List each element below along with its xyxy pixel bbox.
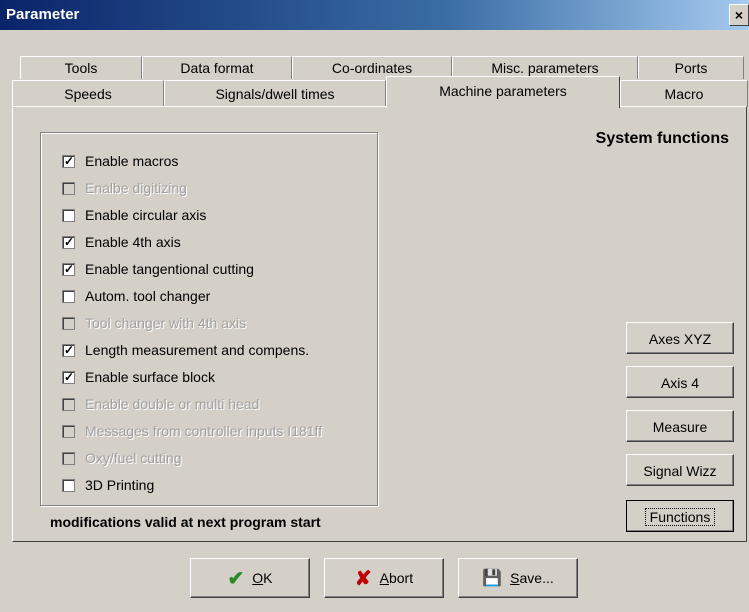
abort-label: Abort [379, 570, 414, 586]
tab-data-format[interactable]: Data format [142, 56, 292, 79]
option-label: Enable 4th axis [85, 234, 181, 250]
checkmark-icon: ✓ [64, 369, 75, 384]
ok-button[interactable]: ✔ OK [190, 558, 310, 598]
checkmark-icon: ✔ [227, 567, 245, 590]
tab-macro[interactable]: Macro [620, 80, 748, 107]
checkbox [62, 451, 75, 465]
checkbox [62, 397, 75, 411]
abort-button[interactable]: ✘ Abort [324, 558, 444, 598]
tab-ports[interactable]: Ports [638, 56, 744, 79]
restart-note: modifications valid at next program star… [50, 514, 321, 530]
tab-machine-parameters[interactable]: Machine parameters [386, 76, 620, 108]
option-tool-changer-4th-axis: Tool changer with 4th axis [62, 312, 246, 334]
functions-label: Functions [644, 508, 716, 526]
option-3d-printing[interactable]: 3D Printing [62, 474, 154, 496]
checkbox[interactable] [62, 478, 75, 492]
signal-wizz-button[interactable]: Signal Wizz [626, 454, 734, 486]
axis-4-button[interactable]: Axis 4 [626, 366, 734, 398]
option-label: Length measurement and compens. [85, 342, 310, 358]
option-enable-digitizing: Enalbe digitizing [62, 177, 187, 199]
window-title: Parameter [6, 6, 80, 23]
checkmark-icon: ✓ [64, 261, 75, 276]
system-functions-heading: System functions [595, 130, 729, 147]
tab-signals-dwell-times[interactable]: Signals/dwell times [164, 80, 386, 107]
checkbox [62, 424, 75, 438]
checkbox[interactable]: ✓ [62, 234, 75, 249]
checkmark-icon: ✓ [64, 342, 75, 357]
option-label: Oxy/fuel cutting [85, 450, 182, 466]
option-label: Enalbe digitizing [85, 180, 187, 196]
checkmark-icon: ✓ [64, 234, 75, 249]
save-button[interactable]: 💾 Save... [458, 558, 578, 598]
option-label: Tool changer with 4th axis [85, 315, 247, 331]
floppy-disk-icon: 💾 [482, 570, 503, 587]
option-enable-surface-block[interactable]: ✓ Enable surface block [62, 366, 215, 388]
option-label: Messages from controller inputs I181ff [85, 423, 323, 439]
checkmark-icon: ✓ [64, 153, 75, 168]
option-enable-4th-axis[interactable]: ✓ Enable 4th axis [62, 231, 181, 253]
checkbox[interactable] [62, 289, 75, 303]
option-label: Enable circular axis [85, 207, 207, 223]
axes-xyz-button[interactable]: Axes XYZ [626, 322, 734, 354]
title-bar: Parameter × [0, 0, 749, 30]
option-label: Autom. tool changer [85, 288, 211, 304]
option-enable-double-multi-head: Enable double or multi head [62, 393, 259, 415]
option-enable-tangentional-cutting[interactable]: ✓ Enable tangentional cutting [62, 258, 254, 280]
checkbox[interactable]: ✓ [62, 261, 75, 276]
option-label: Enable double or multi head [85, 396, 260, 412]
option-messages-controller-inputs: Messages from controller inputs I181ff [62, 420, 322, 442]
option-label: Enable macros [85, 153, 179, 169]
save-label: Save... [510, 570, 554, 586]
close-button[interactable]: × [729, 4, 749, 26]
option-label: Enable surface block [85, 369, 215, 385]
cross-icon: ✘ [354, 567, 372, 590]
option-enable-circular-axis[interactable]: Enable circular axis [62, 204, 206, 226]
tab-tools[interactable]: Tools [20, 56, 142, 79]
functions-button[interactable]: Functions [626, 500, 734, 532]
option-length-measurement[interactable]: ✓ Length measurement and compens. [62, 339, 309, 361]
checkbox[interactable]: ✓ [62, 369, 75, 384]
tab-speeds[interactable]: Speeds [12, 80, 164, 107]
option-autom-tool-changer[interactable]: Autom. tool changer [62, 285, 210, 307]
measure-button[interactable]: Measure [626, 410, 734, 442]
ok-label: OK [252, 570, 273, 586]
checkbox[interactable] [62, 208, 75, 222]
option-oxy-fuel-cutting: Oxy/fuel cutting [62, 447, 182, 469]
option-label: 3D Printing [85, 477, 155, 493]
checkbox[interactable]: ✓ [62, 342, 75, 357]
option-label: Enable tangentional cutting [85, 261, 254, 277]
checkbox[interactable]: ✓ [62, 153, 75, 168]
option-enable-macros[interactable]: ✓ Enable macros [62, 150, 178, 172]
checkbox [62, 316, 75, 330]
checkbox [62, 181, 75, 195]
